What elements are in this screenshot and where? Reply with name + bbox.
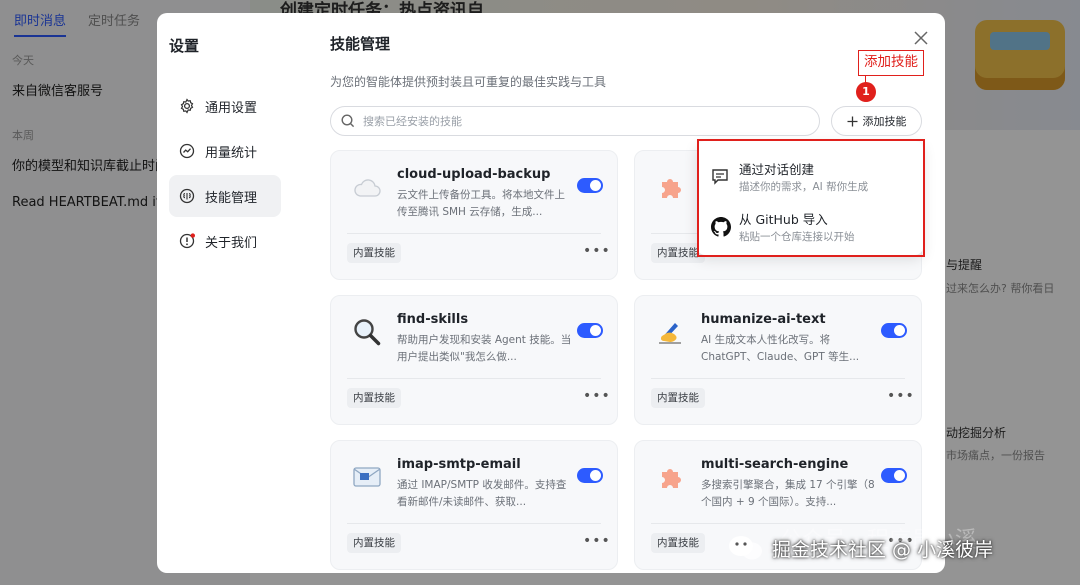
content-title: 技能管理 xyxy=(330,35,391,53)
nav-item-general-settings[interactable]: 通用设置 xyxy=(169,85,281,127)
wechat-logo-icon xyxy=(726,533,766,563)
skill-tag: 内置技能 xyxy=(651,388,705,408)
nav-item-usage-stats[interactable]: 用量统计 xyxy=(169,130,281,172)
watermark: 掘金技术社区 @ 小溪彼岸 xyxy=(726,528,993,568)
skill-description: 帮助用户发现和安装 Agent 技能。当用户提出类似"我怎么做... xyxy=(397,334,572,363)
dropdown-item-sub: 描述你的需求，AI 帮你生成 xyxy=(739,181,869,193)
chart-icon xyxy=(179,143,195,159)
watermark-text: 掘金技术社区 @ 小溪彼岸 xyxy=(772,538,994,561)
skill-name: imap-smtp-email xyxy=(397,457,521,472)
skill-tag: 内置技能 xyxy=(651,533,705,553)
skill-toggle[interactable] xyxy=(577,178,603,193)
cloud-icon xyxy=(349,169,385,205)
skill-name: multi-search-engine xyxy=(701,457,849,472)
settings-sidebar: 设置 通用设置 用量统计 技能管理 关于我们 xyxy=(157,13,297,573)
gear-icon xyxy=(179,98,195,114)
skill-description: 云文件上传备份工具。将本地文件上传至腾讯 SMH 云存储，生成... xyxy=(397,189,565,218)
nav-label: 用量统计 xyxy=(205,145,258,161)
settings-title: 设置 xyxy=(169,37,200,55)
more-options-icon[interactable]: ••• xyxy=(583,241,610,261)
content-subtitle: 为您的智能体提供预封装且可重复的最佳实践与工具 xyxy=(330,75,607,89)
puzzle-icon xyxy=(653,169,689,205)
brain-icon xyxy=(179,188,195,204)
search-icon xyxy=(341,114,355,128)
dropdown-item-import-github[interactable]: 从 GitHub 导入 粘贴一个仓库连接以开始 xyxy=(707,205,913,249)
more-options-icon[interactable]: ••• xyxy=(583,386,610,406)
skill-card[interactable]: cloud-upload-backup 云文件上传备份工具。将本地文件上传至腾讯… xyxy=(330,150,618,280)
magnifier-icon xyxy=(349,314,385,350)
dropdown-item-sub: 粘贴一个仓库连接以开始 xyxy=(739,231,855,243)
skill-card[interactable]: find-skills 帮助用户发现和安装 Agent 技能。当用户提出类似"我… xyxy=(330,295,618,425)
skill-tag: 内置技能 xyxy=(347,533,401,553)
add-skill-label: 添加技能 xyxy=(862,115,907,128)
envelope-icon xyxy=(349,459,385,495)
add-skill-dropdown: 通过对话创建 描述你的需求，AI 帮你生成 从 GitHub 导入 粘贴一个仓库… xyxy=(697,141,923,255)
nav-label: 技能管理 xyxy=(205,190,258,206)
skill-toggle[interactable] xyxy=(577,323,603,338)
add-skill-button[interactable]: 添加技能 xyxy=(831,106,922,136)
annotation-step-badge: 1 xyxy=(856,82,876,102)
skill-card[interactable]: humanize-ai-text AI 生成文本人性化改写。将 ChatGPT、… xyxy=(634,295,922,425)
writing-hand-icon xyxy=(653,314,689,350)
skill-card[interactable]: imap-smtp-email 通过 IMAP/SMTP 收发邮件。支持查看新邮… xyxy=(330,440,618,570)
more-options-icon[interactable]: ••• xyxy=(583,531,610,551)
skill-search-input[interactable] xyxy=(363,114,803,128)
nav-item-skill-management[interactable]: 技能管理 xyxy=(169,175,281,217)
chat-icon xyxy=(711,167,731,187)
skill-description: 多搜索引擎聚合，集成 17 个引擎（8 个国内 + 9 个国际）。支持... xyxy=(701,479,875,508)
annotation-label: 添加技能 xyxy=(858,50,924,76)
close-icon xyxy=(914,31,928,45)
github-icon xyxy=(711,217,731,237)
plus-icon xyxy=(847,116,857,126)
nav-label: 通用设置 xyxy=(205,100,258,116)
skill-name: humanize-ai-text xyxy=(701,312,826,327)
skill-toggle[interactable] xyxy=(881,323,907,338)
skill-description: AI 生成文本人性化改写。将 ChatGPT、Claude、GPT 等生... xyxy=(701,334,860,363)
more-options-icon[interactable]: ••• xyxy=(887,386,914,406)
skill-description: 通过 IMAP/SMTP 收发邮件。支持查看新邮件/未读邮件、获取... xyxy=(397,479,567,508)
nav-item-about-us[interactable]: 关于我们 xyxy=(169,220,281,262)
settings-modal: 设置 通用设置 用量统计 技能管理 关于我们 技能管理 为您的智能体提供预封装且… xyxy=(157,13,945,573)
skill-toggle[interactable] xyxy=(881,468,907,483)
skill-name: cloud-upload-backup xyxy=(397,167,551,182)
skill-toggle[interactable] xyxy=(577,468,603,483)
nav-label: 关于我们 xyxy=(205,235,258,251)
dropdown-item-title: 通过对话创建 xyxy=(739,162,815,177)
skill-tag: 内置技能 xyxy=(347,388,401,408)
skill-tag: 内置技能 xyxy=(347,243,401,263)
dropdown-item-title: 从 GitHub 导入 xyxy=(739,212,828,227)
skill-name: find-skills xyxy=(397,312,469,327)
puzzle-icon xyxy=(653,459,689,495)
skill-search-box[interactable] xyxy=(330,106,820,136)
close-button[interactable] xyxy=(909,27,933,51)
dropdown-item-create-via-chat[interactable]: 通过对话创建 描述你的需求，AI 帮你生成 xyxy=(707,155,913,199)
info-icon xyxy=(179,233,195,249)
